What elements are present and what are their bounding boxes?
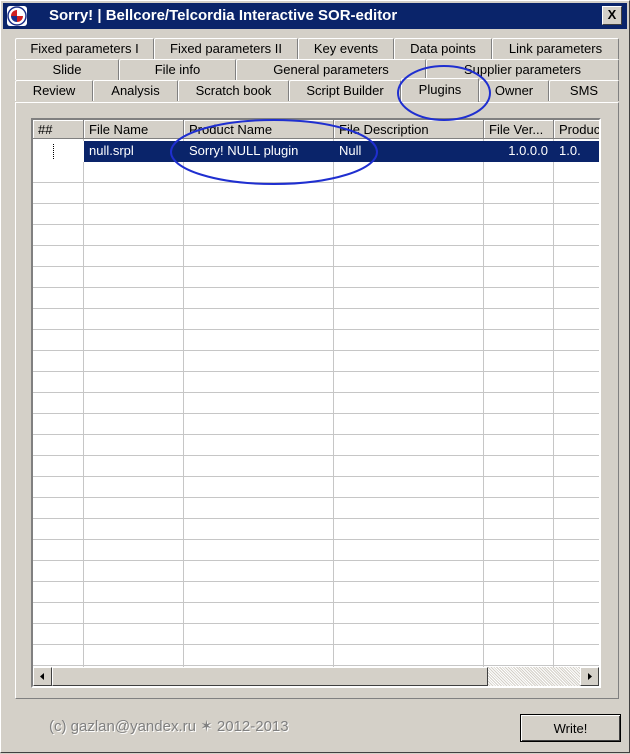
app-window: Sorry! | Bellcore/Telcordia Interactive …: [0, 0, 630, 753]
tab-slide[interactable]: Slide: [15, 59, 119, 80]
column-header-product-version[interactable]: Produc: [554, 120, 599, 139]
tab-link-parameters[interactable]: Link parameters: [492, 38, 619, 59]
tab-sms[interactable]: SMS: [549, 80, 619, 101]
plugins-grid[interactable]: ## File Name Product Name File Descripti…: [31, 118, 601, 688]
tab-file-info[interactable]: File info: [119, 59, 236, 80]
scrollbar-thumb[interactable]: [52, 667, 488, 686]
column-header-file-name[interactable]: File Name: [84, 120, 184, 139]
tab-fixed-parameters-2[interactable]: Fixed parameters II: [154, 38, 298, 59]
column-header-index[interactable]: ##: [33, 120, 84, 139]
tab-data-points[interactable]: Data points: [394, 38, 492, 59]
cell-product-version[interactable]: 1.0.: [554, 141, 599, 162]
tab-review[interactable]: Review: [15, 80, 93, 101]
tab-analysis[interactable]: Analysis: [93, 80, 178, 101]
tab-script-builder[interactable]: Script Builder: [289, 80, 401, 101]
scroll-right-button[interactable]: [580, 667, 599, 686]
close-icon: X: [607, 7, 617, 22]
grid-lines: [33, 120, 599, 667]
cell-product-name[interactable]: Sorry! NULL plugin: [184, 141, 334, 162]
tab-plugins[interactable]: Plugins: [401, 78, 479, 102]
tab-fixed-parameters-1[interactable]: Fixed parameters I: [15, 38, 154, 59]
scroll-left-button[interactable]: [33, 667, 52, 686]
arrow-right-icon: [588, 673, 592, 680]
arrow-left-icon: [40, 673, 44, 680]
column-header-file-version[interactable]: File Ver...: [484, 120, 554, 139]
tab-owner[interactable]: Owner: [479, 80, 549, 101]
app-logo-icon: [7, 6, 27, 26]
cell-file-description[interactable]: Null: [334, 141, 484, 162]
close-button[interactable]: X: [602, 6, 622, 25]
column-header-product-name[interactable]: Product Name: [184, 120, 334, 139]
title-bar[interactable]: Sorry! | Bellcore/Telcordia Interactive …: [3, 3, 627, 29]
copyright-text: (c) gazlan@yandex.ru ✶ 2012-2013: [49, 718, 289, 735]
row-indicator[interactable]: [33, 141, 84, 162]
tab-supplier-parameters[interactable]: Supplier parameters: [426, 59, 619, 80]
tab-general-parameters[interactable]: General parameters: [236, 59, 426, 80]
tab-key-events[interactable]: Key events: [298, 38, 394, 59]
cell-file-version[interactable]: 1.0.0.0: [484, 141, 554, 162]
window-title: Sorry! | Bellcore/Telcordia Interactive …: [49, 7, 398, 24]
horizontal-scrollbar[interactable]: [33, 667, 599, 686]
scrollbar-track[interactable]: [488, 667, 580, 686]
cell-file-name[interactable]: null.srpl: [84, 141, 184, 162]
tab-scratch-book[interactable]: Scratch book: [178, 80, 289, 101]
column-header-file-description[interactable]: File Description: [334, 120, 484, 139]
write-button[interactable]: Write!: [520, 714, 621, 742]
